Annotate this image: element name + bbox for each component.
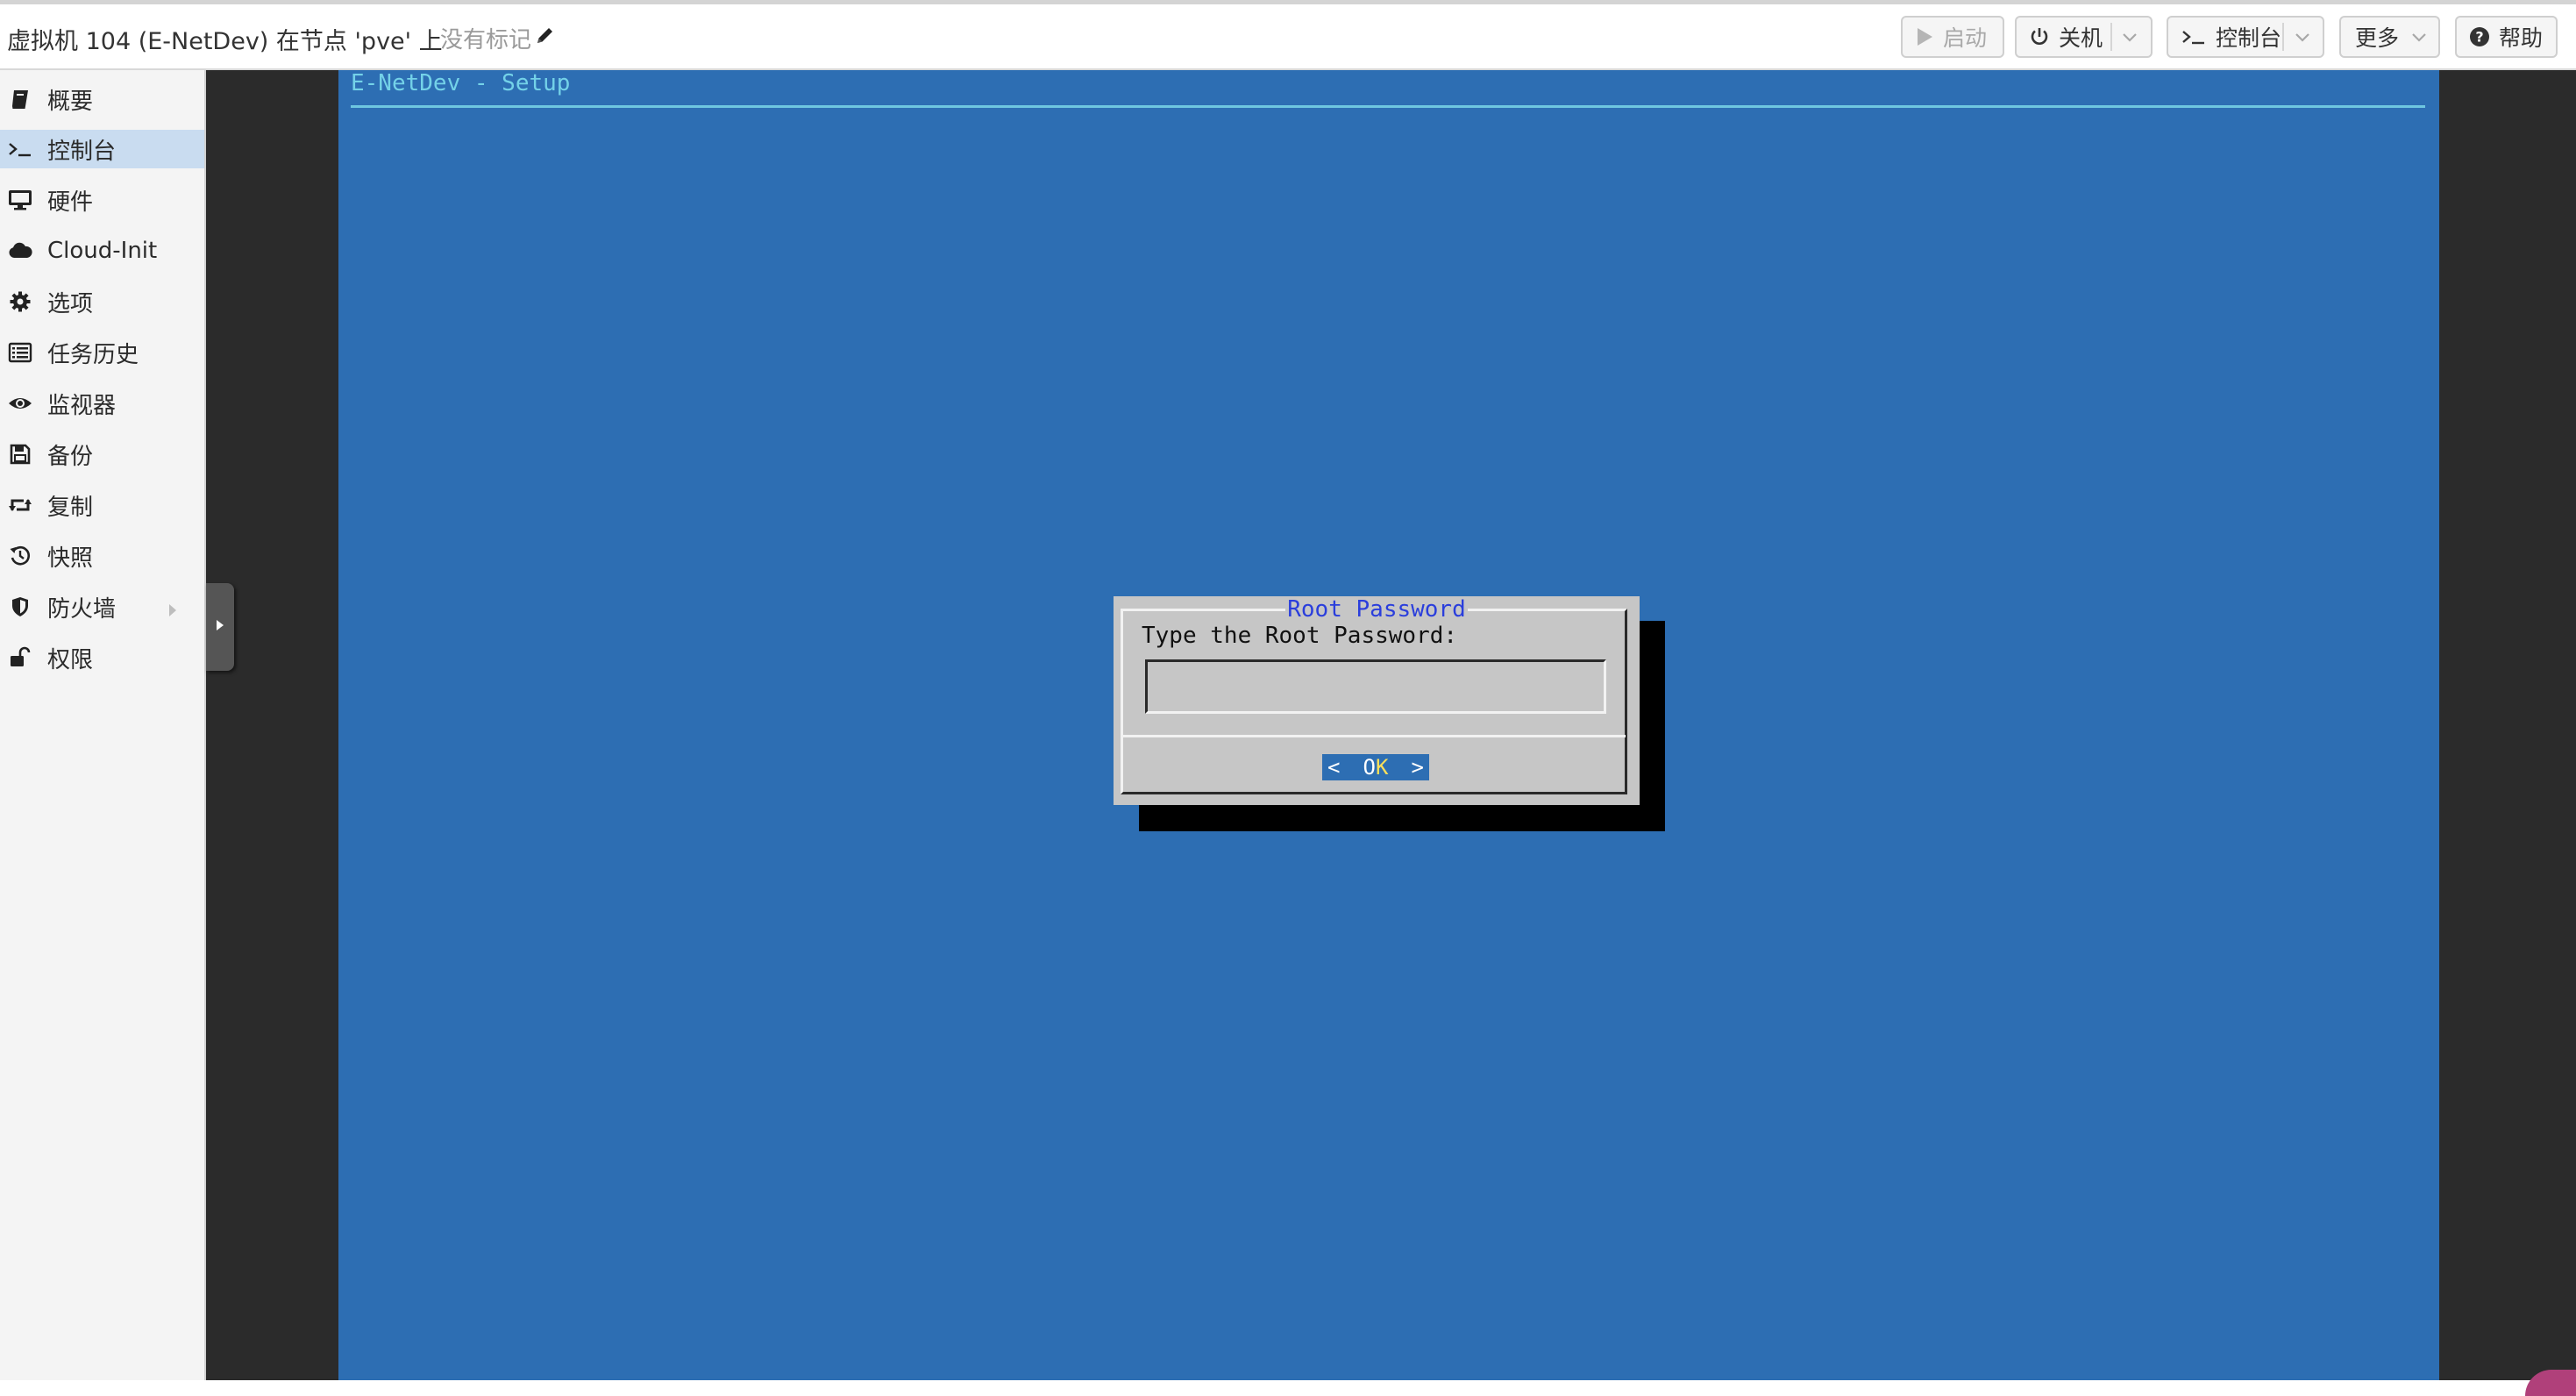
dialog-separator xyxy=(1122,735,1626,737)
more-button[interactable]: 更多 xyxy=(2339,16,2440,58)
sidebar-item-label: 备份 xyxy=(47,443,94,470)
console-button[interactable]: 控制台 xyxy=(2167,16,2324,58)
setup-title: E-NetDev - Setup xyxy=(351,70,571,96)
sidebar-item-label: 快照 xyxy=(47,545,94,572)
shield-icon xyxy=(0,595,40,618)
sidebar-item-label: 权限 xyxy=(47,646,94,673)
console-toolbar-toggle[interactable] xyxy=(206,583,234,671)
terminal-icon xyxy=(0,139,40,160)
sidebar-item-permissions[interactable]: 权限 xyxy=(0,638,204,677)
dialog-title-text: Root Password xyxy=(1285,596,1468,623)
chevron-down-icon[interactable] xyxy=(2293,25,2312,51)
chevron-down-icon[interactable] xyxy=(2120,25,2139,51)
monitor-icon xyxy=(0,189,40,211)
svg-text:?: ? xyxy=(2475,29,2483,46)
gear-icon xyxy=(0,290,40,313)
cloud-icon xyxy=(0,240,40,261)
sidebar-item-snapshots[interactable]: 快照 xyxy=(0,537,204,575)
sidebar-item-backup[interactable]: 备份 xyxy=(0,435,204,474)
floppy-icon xyxy=(0,443,40,466)
play-icon xyxy=(1915,26,1934,47)
ok-bracket-left: < xyxy=(1327,755,1341,780)
ok-button[interactable]: < OK > xyxy=(1322,754,1429,780)
sidebar-item-label: 选项 xyxy=(47,290,94,317)
dialog-title: Root Password xyxy=(1114,596,1640,623)
sidebar-item-summary[interactable]: 概要 xyxy=(0,80,204,118)
dialog-prompt: Type the Root Password: xyxy=(1142,623,1458,649)
sidebar-item-replication[interactable]: 复制 xyxy=(0,486,204,524)
sidebar-item-cloud-init[interactable]: Cloud-Init xyxy=(0,231,204,270)
sidebar-item-label: 防火墙 xyxy=(47,595,117,623)
chevron-down-icon xyxy=(2409,25,2429,51)
start-button[interactable]: 启动 xyxy=(1901,16,2004,58)
root-password-dialog: Root Password Type the Root Password: < … xyxy=(1114,596,1640,805)
sidebar-item-label: 监视器 xyxy=(47,392,117,419)
tags-editor[interactable]: 没有标记 xyxy=(440,22,556,54)
eye-icon xyxy=(0,393,40,414)
retweet-icon xyxy=(0,495,40,516)
ok-bracket-right: > xyxy=(1411,755,1424,780)
ok-label-k: K xyxy=(1376,755,1389,780)
sidebar-item-label: 硬件 xyxy=(47,189,94,216)
list-icon xyxy=(0,342,40,363)
book-icon xyxy=(0,88,40,110)
power-icon xyxy=(2029,26,2050,47)
caret-right-icon[interactable] xyxy=(167,598,178,624)
unlock-icon xyxy=(0,646,40,669)
history-icon xyxy=(0,545,40,567)
help-label: 帮助 xyxy=(2499,25,2544,51)
title-rule xyxy=(351,105,2425,108)
sidebar-item-label: 复制 xyxy=(47,494,94,521)
root-password-input[interactable] xyxy=(1145,659,1606,714)
divider xyxy=(2282,23,2284,51)
vm-screen[interactable]: E-NetDev - Setup Root Password Type the … xyxy=(338,70,2439,1380)
caret-right-icon xyxy=(214,617,226,637)
sidebar-item-firewall[interactable]: 防火墙 xyxy=(0,588,204,626)
page-title: 虚拟机 104 (E-NetDev) 在节点 'pve' 上 xyxy=(7,28,443,55)
sidebar-item-label: 任务历史 xyxy=(47,341,139,368)
more-label: 更多 xyxy=(2355,25,2400,51)
ok-label-o: O xyxy=(1363,755,1376,780)
tags-label: 没有标记 xyxy=(440,27,532,53)
sidebar-item-task-history[interactable]: 任务历史 xyxy=(0,333,204,372)
sidebar: 概要 控制台 硬件 Cloud-Init 选项 任务历史 监视器 备份 复制 快… xyxy=(0,70,206,1380)
sidebar-item-label: 概要 xyxy=(47,88,94,115)
pencil-icon[interactable] xyxy=(535,25,556,52)
sidebar-item-console[interactable]: 控制台 xyxy=(0,130,204,168)
shutdown-button[interactable]: 关机 xyxy=(2015,16,2153,58)
divider xyxy=(2110,23,2112,51)
shutdown-label: 关机 xyxy=(2059,25,2103,51)
sidebar-item-options[interactable]: 选项 xyxy=(0,282,204,321)
help-button[interactable]: ? 帮助 xyxy=(2455,16,2558,58)
sidebar-item-monitor[interactable]: 监视器 xyxy=(0,384,204,423)
question-circle-icon: ? xyxy=(2469,26,2490,47)
terminal-icon xyxy=(2181,26,2207,47)
header-bar: 虚拟机 104 (E-NetDev) 在节点 'pve' 上 没有标记 启动 关… xyxy=(0,4,2576,70)
sidebar-item-label: 控制台 xyxy=(47,138,117,165)
start-label: 启动 xyxy=(1943,25,1988,51)
sidebar-item-label: Cloud-Init xyxy=(47,238,158,264)
console-label: 控制台 xyxy=(2216,25,2282,51)
ok-label: OK xyxy=(1363,755,1389,780)
sidebar-item-hardware[interactable]: 硬件 xyxy=(0,181,204,219)
